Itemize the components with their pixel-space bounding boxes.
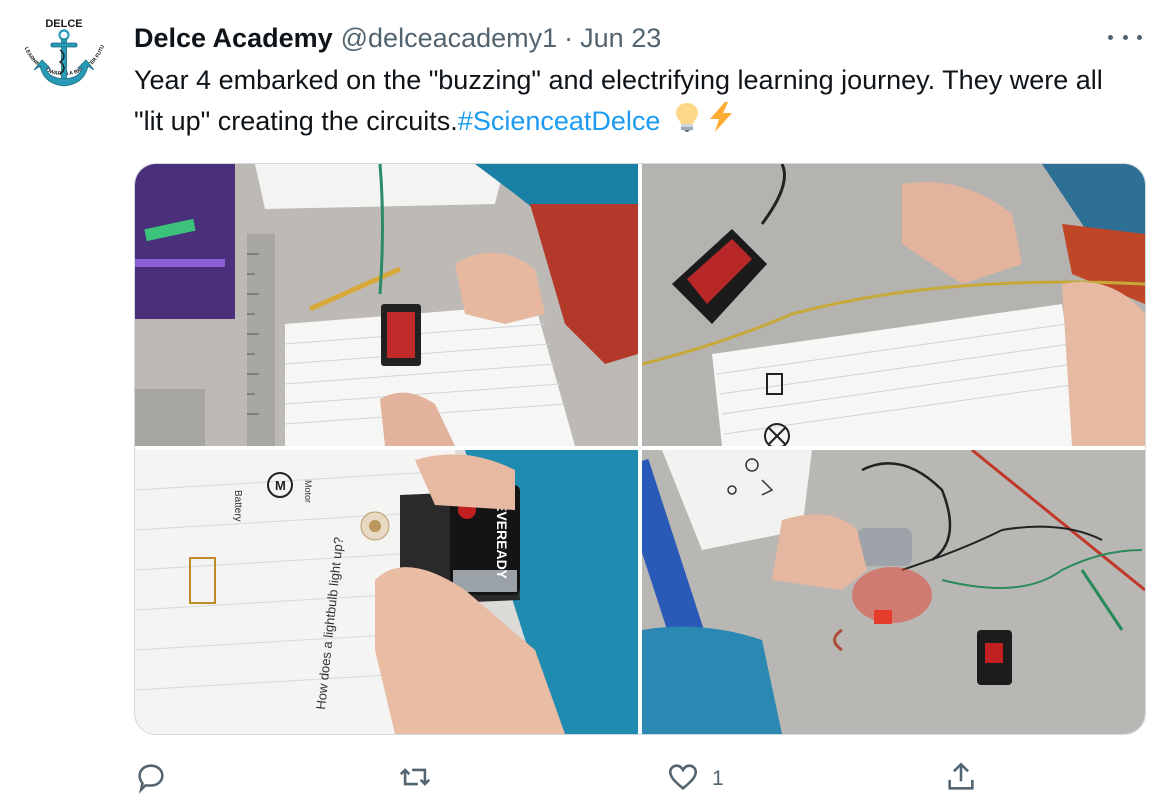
photo-1[interactable] bbox=[135, 164, 638, 446]
heart-icon bbox=[666, 760, 700, 799]
author-name[interactable]: Delce Academy bbox=[134, 23, 333, 54]
hashtag-link[interactable]: #ScienceatDelce bbox=[458, 106, 661, 136]
tweet-text: Year 4 embarked on the "buzzing" and ele… bbox=[134, 60, 1134, 145]
tweet-actions: 1 bbox=[134, 758, 1134, 800]
retweet-button[interactable] bbox=[398, 758, 432, 800]
reply-button[interactable] bbox=[134, 758, 168, 800]
photo-2[interactable] bbox=[642, 164, 1145, 446]
motor-symbol: M bbox=[275, 478, 286, 493]
svg-text:DELCE: DELCE bbox=[45, 18, 82, 30]
tweet-header: Delce Academy @delceacademy1 · Jun 23 bbox=[134, 20, 1142, 56]
delce-logo: DELCE LEARNING TOWARDS A BRIGHTER FUTURE bbox=[14, 10, 113, 109]
media-grid[interactable]: Battery M Motor How does a lightbulb lig… bbox=[134, 163, 1146, 735]
like-count: 1 bbox=[712, 767, 724, 790]
battery-label: Battery bbox=[232, 490, 243, 522]
like-button[interactable]: 1 bbox=[666, 758, 724, 800]
author-handle[interactable]: @delceacademy1 bbox=[341, 23, 558, 54]
more-options-icon[interactable] bbox=[1108, 22, 1142, 52]
photo-4[interactable] bbox=[642, 450, 1145, 734]
avatar[interactable]: DELCE LEARNING TOWARDS A BRIGHTER FUTURE bbox=[14, 10, 114, 110]
motor-label: Motor bbox=[303, 480, 313, 503]
lightbulb-emoji bbox=[674, 101, 700, 145]
retweet-icon bbox=[398, 760, 432, 799]
share-button[interactable] bbox=[944, 758, 978, 800]
battery-brand: EVEREADY bbox=[494, 502, 510, 580]
tweet-date[interactable]: Jun 23 bbox=[580, 23, 661, 54]
lightning-emoji bbox=[706, 101, 736, 145]
photo-3[interactable]: Battery M Motor How does a lightbulb lig… bbox=[135, 450, 638, 734]
reply-icon bbox=[134, 760, 168, 799]
share-icon bbox=[944, 760, 978, 799]
separator-dot: · bbox=[564, 22, 574, 53]
